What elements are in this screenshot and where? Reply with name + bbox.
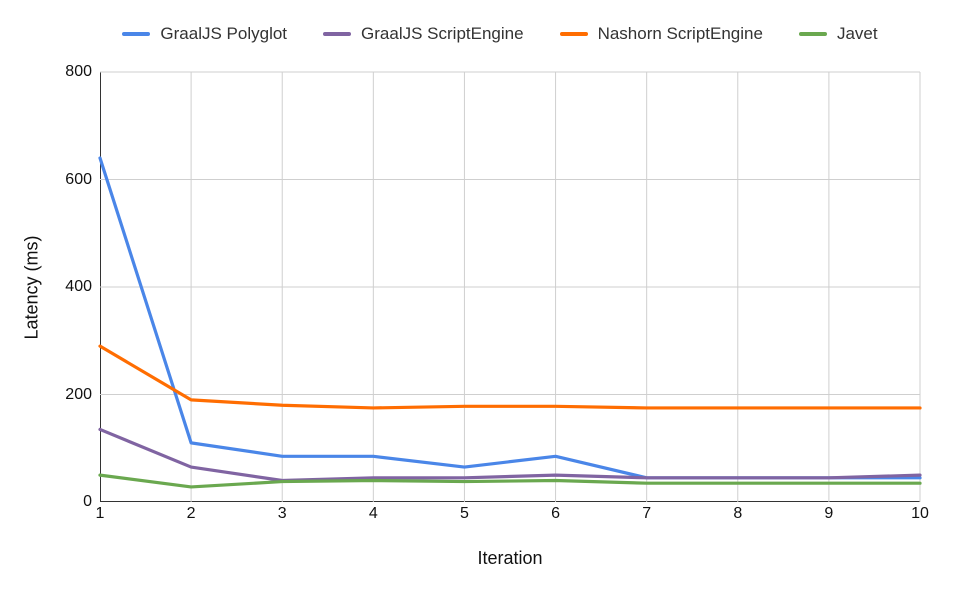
legend-swatch (323, 32, 351, 36)
series-line (100, 158, 920, 478)
x-tick: 7 (642, 505, 651, 523)
y-tick: 0 (0, 493, 92, 511)
x-tick: 6 (551, 505, 560, 523)
y-tick-labels: 0200400600800 (0, 72, 92, 502)
x-tick: 1 (96, 505, 105, 523)
y-tick: 200 (0, 386, 92, 404)
x-tick: 8 (733, 505, 742, 523)
x-tick: 9 (824, 505, 833, 523)
legend-item-javet: Javet (799, 24, 878, 44)
legend-item-graaljs-polyglot: GraalJS Polyglot (122, 24, 287, 44)
x-tick: 4 (369, 505, 378, 523)
x-tick: 3 (278, 505, 287, 523)
legend-label: Nashorn ScriptEngine (598, 24, 763, 44)
plot-area (100, 72, 920, 502)
series-line (100, 429, 920, 480)
y-tick: 600 (0, 171, 92, 189)
chart-container: GraalJS Polyglot GraalJS ScriptEngine Na… (0, 0, 960, 591)
legend-label: GraalJS Polyglot (160, 24, 287, 44)
x-axis-title: Iteration (100, 548, 920, 569)
series-line (100, 346, 920, 408)
legend-swatch (560, 32, 588, 36)
legend-label: Javet (837, 24, 878, 44)
x-tick-labels: 12345678910 (100, 505, 920, 529)
legend-swatch (122, 32, 150, 36)
y-tick: 800 (0, 63, 92, 81)
legend-label: GraalJS ScriptEngine (361, 24, 524, 44)
x-tick: 2 (187, 505, 196, 523)
legend: GraalJS Polyglot GraalJS ScriptEngine Na… (80, 24, 920, 44)
legend-item-nashorn-scriptengine: Nashorn ScriptEngine (560, 24, 763, 44)
x-tick: 10 (911, 505, 929, 523)
legend-swatch (799, 32, 827, 36)
line-series-layer (100, 72, 920, 502)
x-tick: 5 (460, 505, 469, 523)
legend-item-graaljs-scriptengine: GraalJS ScriptEngine (323, 24, 524, 44)
y-tick: 400 (0, 278, 92, 296)
y-axis-title: Latency (ms) (22, 72, 42, 502)
y-axis-title-text: Latency (ms) (22, 235, 43, 339)
